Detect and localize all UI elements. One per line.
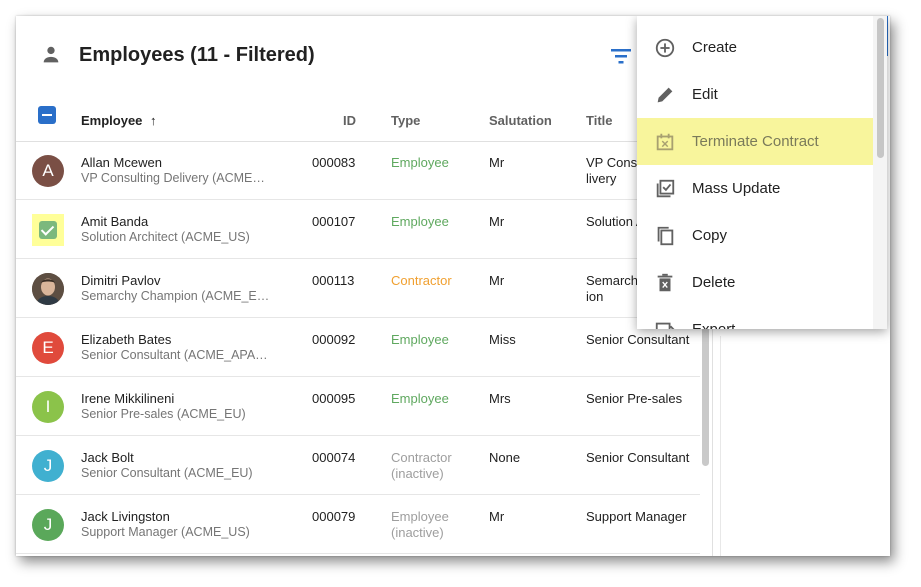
employee-title: Senior Consultant xyxy=(586,332,690,347)
employee-name: Elizabeth Bates xyxy=(81,332,172,347)
menu-item-export[interactable]: Export xyxy=(637,306,873,329)
menu-item-label: Export xyxy=(692,321,735,329)
person-photo-icon xyxy=(32,273,64,305)
avatar-photo xyxy=(32,273,64,305)
table-scrollbar[interactable] xyxy=(702,316,709,466)
employee-salutation: Mr xyxy=(489,155,505,170)
employee-id: 000079 xyxy=(312,509,356,524)
employee-subtitle: Senior Consultant (ACME_APA… xyxy=(81,348,268,362)
employee-salutation: Mr xyxy=(489,214,505,229)
employee-id: 000092 xyxy=(312,332,356,347)
trash-icon xyxy=(654,272,676,294)
table-row[interactable]: Dimitri Pavlov Semarchy Champion (ACME_E… xyxy=(16,259,700,318)
add-circle-icon xyxy=(654,37,676,59)
menu-item-create[interactable]: Create xyxy=(637,24,873,71)
employee-name: Dimitri Pavlov xyxy=(81,273,161,288)
filter-icon[interactable] xyxy=(610,47,632,65)
employee-name: Amit Banda xyxy=(81,214,149,229)
employee-salutation: None xyxy=(489,450,521,465)
employee-name: Jack Livingston xyxy=(81,509,170,524)
column-header-salutation[interactable]: Salutation xyxy=(489,113,552,128)
employee-table: A Allan Mcewen VP Consulting Delivery (A… xyxy=(16,141,700,554)
menu-item-delete[interactable]: Delete xyxy=(637,259,873,306)
employee-name: Jack Bolt xyxy=(81,450,134,465)
employee-salutation: Mr xyxy=(489,273,505,288)
column-header-employee[interactable]: Employee ↑ xyxy=(81,113,157,128)
employee-subtitle: VP Consulting Delivery (ACME… xyxy=(81,171,265,185)
employee-type: Contractor (inactive) xyxy=(391,450,452,481)
app-window: Employees (11 - Filtered) Employee ↑ ID … xyxy=(16,16,890,556)
menu-item-mass-update[interactable]: Mass Update xyxy=(637,165,873,212)
table-row[interactable]: J Jack Bolt Senior Consultant (ACME_EU) … xyxy=(16,436,700,495)
menu-item-label: Terminate Contract xyxy=(692,133,819,150)
employee-id: 000074 xyxy=(312,450,356,465)
employee-title: Senior Pre-sales xyxy=(586,391,683,406)
employee-type: Contractor xyxy=(391,273,452,288)
copy-icon xyxy=(654,225,676,247)
menu-scrollbar-thumb[interactable] xyxy=(877,18,884,158)
table-header: Employee ↑ ID Type Salutation Title xyxy=(16,96,706,142)
table-row[interactable]: A Allan Mcewen VP Consulting Delivery (A… xyxy=(16,141,700,200)
column-header-type[interactable]: Type xyxy=(391,113,420,128)
employee-subtitle: Senior Consultant (ACME_EU) xyxy=(81,466,253,480)
avatar: A xyxy=(32,155,64,187)
sort-ascending-icon: ↑ xyxy=(150,113,157,128)
employee-subtitle: Senior Pre-sales (ACME_EU) xyxy=(81,407,246,421)
employee-title: Senior Consultant xyxy=(586,450,690,465)
page-title: Employees (11 - Filtered) xyxy=(79,44,315,66)
employee-type: Employee xyxy=(391,155,449,170)
menu-item-edit[interactable]: Edit xyxy=(637,71,873,118)
avatar: E xyxy=(32,332,64,364)
employee-type: Employee (inactive) xyxy=(391,509,449,540)
calendar-x-icon xyxy=(654,131,676,153)
employee-salutation: Mr xyxy=(489,509,505,524)
avatar: I xyxy=(32,391,64,423)
employee-subtitle: Semarchy Champion (ACME_E… xyxy=(81,289,270,303)
person-icon xyxy=(43,46,59,63)
right-panel-section xyxy=(720,336,890,556)
employee-type: Employee xyxy=(391,332,449,347)
row-checkbox-checked[interactable] xyxy=(39,221,57,239)
menu-item-terminate-contract[interactable]: Terminate Contract xyxy=(637,118,873,165)
avatar: J xyxy=(32,450,64,482)
employee-salutation: Miss xyxy=(489,332,516,347)
employee-subtitle: Support Manager (ACME_US) xyxy=(81,525,250,539)
employee-id: 000113 xyxy=(312,273,355,288)
panel-divider xyxy=(712,316,713,556)
table-row[interactable]: J Jack Livingston Support Manager (ACME_… xyxy=(16,495,700,554)
menu-item-label: Create xyxy=(692,39,738,56)
employee-id: 000083 xyxy=(312,155,356,170)
employee-salutation: Mrs xyxy=(489,391,511,406)
employee-id: 000107 xyxy=(312,214,356,229)
export-icon xyxy=(654,319,676,329)
employee-subtitle: Solution Architect (ACME_US) xyxy=(81,230,250,244)
actions-menu: Create Edit Terminate Contract Mass Upda… xyxy=(637,16,887,329)
row-select-highlight[interactable] xyxy=(32,214,64,246)
table-row[interactable]: Amit Banda Solution Architect (ACME_US) … xyxy=(16,200,700,259)
employee-type: Employee xyxy=(391,391,449,406)
employee-id: 000095 xyxy=(312,391,356,406)
menu-item-label: Delete xyxy=(692,274,736,291)
avatar: J xyxy=(32,509,64,541)
page-header: Employees (11 - Filtered) xyxy=(16,16,706,96)
table-row[interactable]: I Irene Mikkilineni Senior Pre-sales (AC… xyxy=(16,377,700,436)
employee-title: Support Manager xyxy=(586,509,687,524)
menu-item-copy[interactable]: Copy xyxy=(637,212,873,259)
pencil-icon xyxy=(654,84,676,106)
employee-name: Allan Mcewen xyxy=(81,155,162,170)
column-header-title[interactable]: Title xyxy=(586,113,613,128)
table-row[interactable]: E Elizabeth Bates Senior Consultant (ACM… xyxy=(16,318,700,377)
menu-item-label: Edit xyxy=(692,86,718,103)
menu-item-label: Mass Update xyxy=(692,180,781,197)
checklist-icon xyxy=(654,178,676,200)
menu-item-label: Copy xyxy=(692,227,728,244)
employee-name: Irene Mikkilineni xyxy=(81,391,175,406)
employee-type: Employee xyxy=(391,214,449,229)
column-header-id[interactable]: ID xyxy=(343,113,356,128)
